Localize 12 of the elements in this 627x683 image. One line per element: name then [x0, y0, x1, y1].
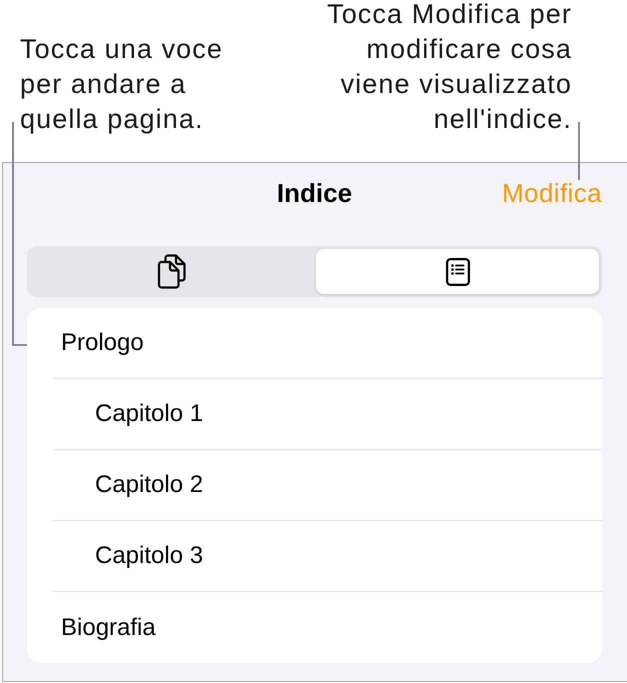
panel-title: Indice	[276, 177, 352, 210]
contents-entry[interactable]: Capitolo 3	[53, 521, 602, 592]
callout-text: Tocca una voce per andare a quella pagina.	[20, 33, 224, 136]
contents-entry[interactable]: Capitolo 2	[53, 450, 602, 521]
pages-icon	[156, 254, 186, 289]
leader-line	[578, 122, 580, 180]
contents-tab[interactable]	[316, 249, 599, 294]
contents-entry[interactable]: Biografia	[53, 592, 602, 663]
contents-entry[interactable]: Prologo	[53, 308, 602, 379]
contents-entry[interactable]: Capitolo 1	[53, 379, 602, 450]
list-document-icon	[446, 258, 470, 286]
callout-text: Tocca Modifica per modificare cosa viene visualizzato nell'indice.	[327, 0, 572, 136]
